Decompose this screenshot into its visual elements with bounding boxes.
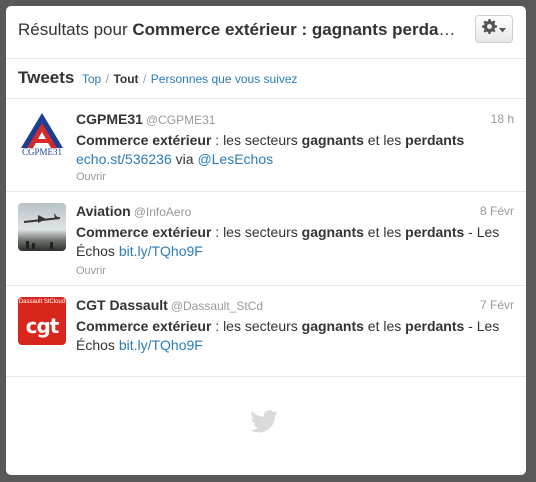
results-title-prefix: Résultats pour bbox=[18, 20, 133, 39]
tweet-text-segment: gagnants bbox=[301, 224, 364, 240]
tweet-header: CGT Dassault @Dassault_StCd 7 Févr bbox=[76, 297, 514, 315]
tweet-author-handle[interactable]: @CGPME31 bbox=[146, 113, 216, 127]
caret-down-icon bbox=[499, 20, 506, 38]
tweet-text-segment: gagnants bbox=[301, 132, 364, 148]
tweet-text-segment: et les bbox=[363, 224, 406, 240]
tweet-text: Commerce extérieur : les secteurs gagnan… bbox=[76, 131, 516, 169]
gear-icon bbox=[482, 19, 497, 39]
avatar-caption: Dassault StCloud bbox=[18, 299, 66, 305]
tweet-text-segment: Commerce extérieur bbox=[76, 132, 212, 148]
tweet-link[interactable]: echo.st/536236 bbox=[76, 151, 172, 167]
twitter-bird-icon bbox=[250, 410, 278, 438]
tab-separator: / bbox=[105, 72, 109, 86]
settings-button[interactable] bbox=[475, 15, 513, 43]
tweet-author-handle[interactable]: @InfoAero bbox=[134, 205, 192, 219]
tweet-text-segment: et les bbox=[363, 318, 406, 334]
avatar-logo-text: CGPME31 bbox=[21, 147, 62, 157]
tweet-text-segment: : les secteurs bbox=[211, 132, 302, 148]
tweet-header: CGPME31 @CGPME31 18 h bbox=[76, 111, 514, 129]
avatar[interactable]: CGPME31 bbox=[18, 110, 66, 158]
avatar[interactable] bbox=[18, 203, 66, 251]
tab-top[interactable]: Top bbox=[82, 72, 101, 86]
tweet-text: Commerce extérieur : les secteurs gagnan… bbox=[76, 223, 516, 261]
tweet-link[interactable]: bit.ly/TQho9F bbox=[119, 243, 203, 259]
tweet-author-name[interactable]: CGT Dassault bbox=[76, 297, 168, 313]
tweet-mention[interactable]: @LesEchos bbox=[197, 151, 273, 167]
tweets-filter-bar: Tweets Top / Tout / Personnes que vous s… bbox=[18, 68, 298, 88]
tweet-text-segment: perdants bbox=[405, 318, 465, 334]
tweets-heading: Tweets bbox=[18, 68, 75, 87]
tweet-header: Aviation @InfoAero 8 Févr bbox=[76, 203, 514, 221]
tweet-text: Commerce extérieur : les secteurs gagnan… bbox=[76, 317, 516, 355]
tweet-text-segment: Commerce extérieur bbox=[76, 224, 212, 240]
tweet-open-link[interactable]: Ouvrir bbox=[76, 265, 106, 277]
tweet-text-segment: gagnants bbox=[301, 318, 364, 334]
tweet-item[interactable]: Dassault StCloud cgt CGT Dassault @Dassau… bbox=[6, 286, 526, 377]
tweet-text-segment: Commerce extérieur bbox=[76, 318, 212, 334]
avatar-logo-text: cgt bbox=[25, 314, 60, 338]
tweet-link[interactable]: bit.ly/TQho9F bbox=[119, 337, 203, 353]
tweet-timestamp[interactable]: 18 h bbox=[491, 112, 514, 126]
tweet-text-segment: et les bbox=[363, 132, 406, 148]
tweet-item[interactable]: Aviation @InfoAero 8 Févr Commerce extéri… bbox=[6, 192, 526, 286]
tweet-text-segment: : les secteurs bbox=[211, 318, 302, 334]
tab-people-you-follow[interactable]: Personnes que vous suivez bbox=[151, 72, 298, 86]
search-query: Commerce extérieur : gagnants perdants bbox=[132, 20, 462, 39]
tweet-timestamp[interactable]: 8 Févr bbox=[480, 204, 514, 218]
tweet-item[interactable]: CGPME31 CGPME31 @CGPME31 18 h Commerce ex… bbox=[6, 99, 526, 192]
tab-all[interactable]: Tout bbox=[113, 72, 138, 86]
results-title: Résultats pour Commerce extérieur : gagn… bbox=[18, 20, 462, 40]
tweet-timestamp[interactable]: 7 Févr bbox=[480, 298, 514, 312]
tweet-author-name[interactable]: CGPME31 bbox=[76, 111, 143, 127]
tab-separator: / bbox=[143, 72, 147, 86]
avatar[interactable]: Dassault StCloud cgt bbox=[18, 297, 66, 345]
tweet-text-segment: via bbox=[171, 151, 198, 167]
search-results-module: Résultats pour Commerce extérieur : gagn… bbox=[6, 6, 526, 475]
module-header: Résultats pour Commerce extérieur : gagn… bbox=[6, 6, 526, 59]
tweet-text-segment: perdants bbox=[405, 224, 465, 240]
tweet-open-link[interactable]: Ouvrir bbox=[76, 171, 106, 183]
tweet-author-name[interactable]: Aviation bbox=[76, 203, 131, 219]
tweet-text-segment: : les secteurs bbox=[211, 224, 302, 240]
tweet-text-segment: perdants bbox=[405, 132, 465, 148]
tweet-author-handle[interactable]: @Dassault_StCd bbox=[171, 299, 263, 313]
